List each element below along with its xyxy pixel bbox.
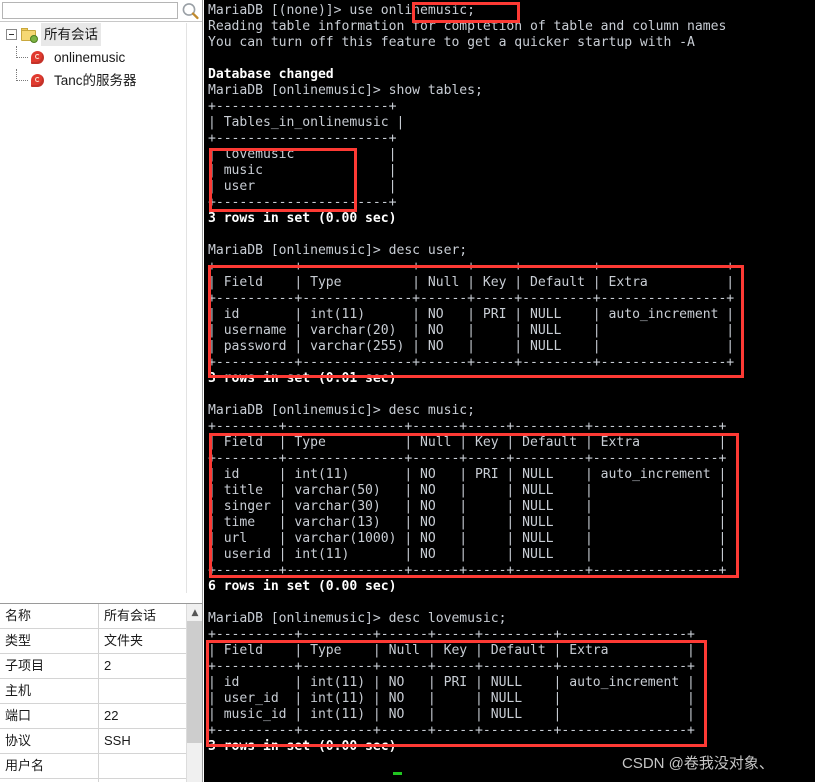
terminal-line: +--------+---------------+------+-----+-…: [208, 451, 727, 466]
property-row-username: 用户名: [0, 754, 202, 779]
terminal-line: | user |: [208, 179, 397, 194]
scrollbar-thumb[interactable]: [187, 621, 202, 743]
property-row-port: 端口 22: [0, 704, 202, 729]
terminal-line: | music |: [208, 163, 397, 178]
terminal-line: 3 rows in set (0.00 sec): [208, 739, 397, 754]
terminal-line: Reading table information for completion…: [208, 19, 727, 34]
tree-node-onlinemusic[interactable]: onlinemusic: [13, 46, 186, 69]
folder-gear-icon: [21, 27, 38, 43]
terminal-line: +----------------------+: [208, 99, 397, 114]
terminal-line: | title | varchar(50) | NO | | NULL | |: [208, 483, 727, 498]
terminal-line: +----------------------+: [208, 195, 397, 210]
property-key: 协议: [0, 729, 99, 753]
property-key: 主机: [0, 679, 99, 703]
terminal-line: 6 rows in set (0.00 sec): [208, 579, 397, 594]
terminal-line: | url | varchar(1000) | NO | | NULL | |: [208, 531, 727, 546]
terminal-line: +----------+---------+------+-----+-----…: [208, 659, 695, 674]
sessions-tree-scrollbar[interactable]: [186, 23, 202, 593]
property-row-type: 类型 文件夹: [0, 629, 202, 654]
property-key: 类型: [0, 629, 99, 653]
terminal-line: | Tables_in_onlinemusic |: [208, 115, 405, 130]
terminal-line: | username | varchar(20) | NO | | NULL |…: [208, 323, 735, 338]
terminal-line: +----------------------+: [208, 131, 397, 146]
property-key: 子项目: [0, 654, 99, 678]
terminal-line: MariaDB [onlinemusic]> show tables;: [208, 83, 483, 98]
terminal-line: You can turn off this feature to get a q…: [208, 35, 695, 50]
terminal-line: | userid | int(11) | NO | | NULL | |: [208, 547, 727, 562]
watermark-text: CSDN @卷我没对象、: [622, 755, 774, 772]
session-icon: [30, 50, 46, 65]
terminal-line: +----------+--------------+------+-----+…: [208, 291, 735, 306]
scroll-up-icon[interactable]: ▲: [187, 604, 202, 621]
terminal-line: +----------+--------------+------+-----+…: [208, 355, 735, 370]
property-row-host: 主机: [0, 679, 202, 704]
terminal-line: | user_id | int(11) | NO | | NULL | |: [208, 691, 695, 706]
terminal-pane[interactable]: MariaDB [(none)]> use onlinemusic; Readi…: [204, 0, 815, 782]
terminal-line: +--------+---------------+------+-----+-…: [208, 563, 727, 578]
session-properties-panel: 名称 所有会话 类型 文件夹 子项目 2 主机 端口 22 协议 SSH 用户名…: [0, 603, 202, 782]
tree-branch-line: [13, 69, 30, 92]
terminal-line: | password | varchar(255) | NO | | NULL …: [208, 339, 735, 354]
session-icon: [30, 73, 46, 88]
terminal-line: | id | int(11) | NO | PRI | NULL | auto_…: [208, 307, 735, 322]
terminal-cursor: [393, 772, 402, 775]
terminal-line: | Field | Type | Null | Key | Default | …: [208, 275, 735, 290]
property-row-name: 名称 所有会话: [0, 604, 202, 629]
tree-node-label: 所有会话: [41, 23, 101, 46]
terminal-line: | id | int(11) | NO | PRI | NULL | auto_…: [208, 467, 727, 482]
screen-root: 所有会话 onlinemusic Tanc的服务器 名称 所有会话 类型 文件夹…: [0, 0, 815, 782]
terminal-line: | Field | Type | Null | Key | Default | …: [208, 643, 695, 658]
terminal-line: MariaDB [onlinemusic]> desc user;: [208, 243, 468, 258]
terminal-line: | music_id | int(11) | NO | | NULL | |: [208, 707, 695, 722]
terminal-line: | lovemusic |: [208, 147, 397, 162]
property-row-children: 子项目 2: [0, 654, 202, 679]
terminal-line: | singer | varchar(30) | NO | | NULL | |: [208, 499, 727, 514]
terminal-line: +--------+---------------+------+-----+-…: [208, 419, 727, 434]
tree-branch-line: [13, 46, 30, 69]
terminal-line: Database changed: [208, 67, 334, 82]
property-key: 端口: [0, 704, 99, 728]
tree-node-tanc-server[interactable]: Tanc的服务器: [13, 69, 186, 92]
terminal-line: | time | varchar(13) | NO | | NULL | |: [208, 515, 727, 530]
terminal-line: MariaDB [(none)]> use onlinemusic;: [208, 3, 476, 18]
terminal-line: MariaDB [onlinemusic]> desc lovemusic;: [208, 611, 507, 626]
terminal-line: +----------+--------------+------+-----+…: [208, 259, 735, 274]
sessions-tree: 所有会话 onlinemusic Tanc的服务器: [0, 23, 186, 92]
terminal-line: +----------+---------+------+-----+-----…: [208, 627, 695, 642]
property-row-protocol: 协议 SSH: [0, 729, 202, 754]
collapse-icon[interactable]: [6, 29, 17, 40]
sessions-panel: 所有会话 onlinemusic Tanc的服务器 名称 所有会话 类型 文件夹…: [0, 0, 203, 782]
search-icon[interactable]: [181, 2, 200, 20]
terminal-line: MariaDB [onlinemusic]> desc music;: [208, 403, 476, 418]
tree-node-label: Tanc的服务器: [54, 73, 137, 88]
session-search-row: [0, 0, 202, 22]
properties-scrollbar[interactable]: ▲: [186, 604, 202, 782]
property-key: 用户名: [0, 754, 99, 778]
terminal-output: MariaDB [(none)]> use onlinemusic; Readi…: [208, 3, 734, 771]
terminal-line: | id | int(11) | NO | PRI | NULL | auto_…: [208, 675, 695, 690]
tree-node-all-sessions[interactable]: 所有会话: [0, 23, 186, 46]
property-key: 名称: [0, 604, 99, 628]
terminal-line: 3 rows in set (0.00 sec): [208, 211, 397, 226]
tree-node-label: onlinemusic: [54, 50, 126, 65]
terminal-line: | Field | Type | Null | Key | Default | …: [208, 435, 727, 450]
session-search-input[interactable]: [2, 2, 178, 19]
terminal-line: +----------+---------+------+-----+-----…: [208, 723, 695, 738]
terminal-line: 3 rows in set (0.01 sec): [208, 371, 397, 386]
